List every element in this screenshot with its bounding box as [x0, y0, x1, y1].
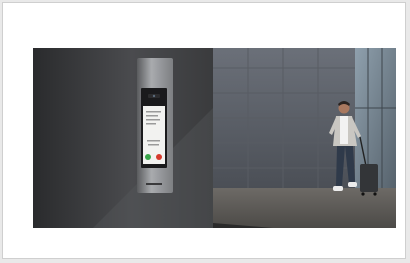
answer-button	[145, 154, 151, 160]
intercom-photo	[33, 48, 396, 228]
pavement	[213, 188, 396, 228]
door-intercom	[137, 58, 173, 193]
photo-illustration	[33, 48, 396, 228]
image-frame	[2, 2, 406, 259]
decline-button	[156, 154, 162, 160]
